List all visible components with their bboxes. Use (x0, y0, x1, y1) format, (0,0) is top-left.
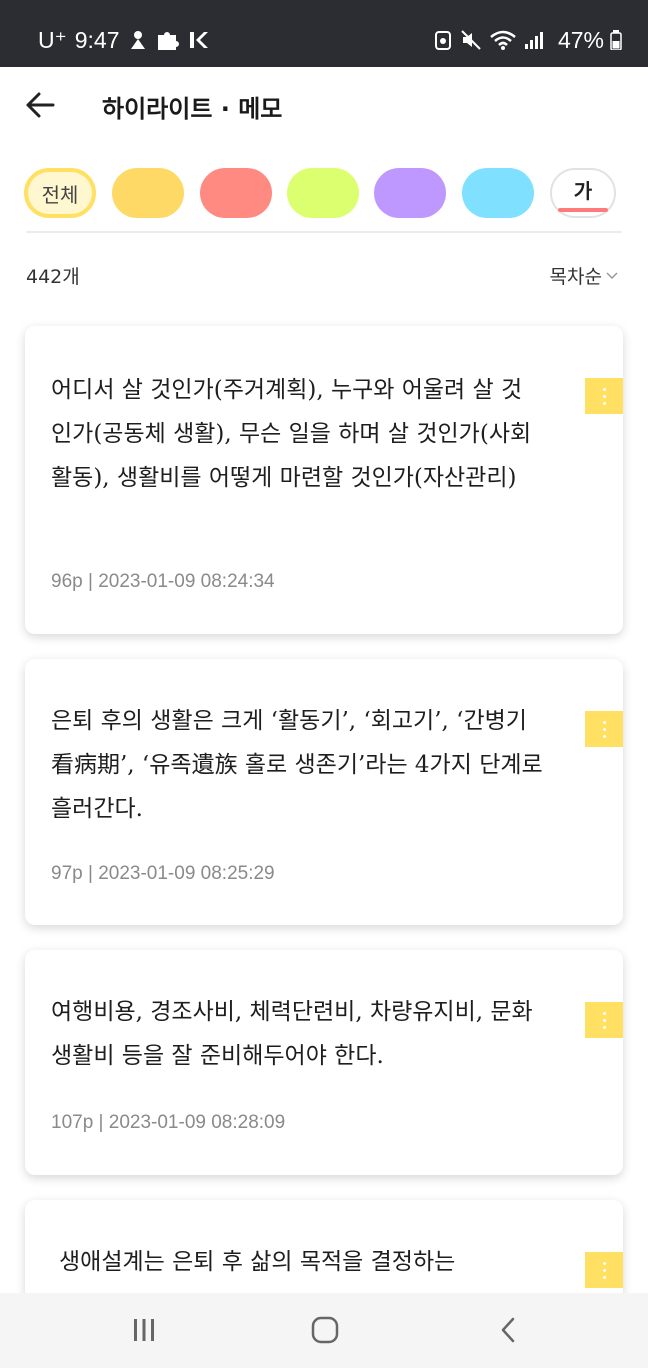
home-button[interactable] (305, 1313, 345, 1347)
sort-label: 목차순 (549, 266, 602, 288)
app-header: 하이라이트 · 메모 (0, 67, 648, 145)
chevron-left-icon (501, 1317, 515, 1343)
status-left: U⁺ 9:47 (38, 24, 210, 56)
system-nav-bar (0, 1293, 648, 1368)
wifi-icon (490, 30, 516, 50)
battery-indicator: 47% (558, 24, 622, 56)
color-filter-bar: 전체 가 (24, 168, 624, 220)
filter-all-label: 전체 (41, 182, 79, 207)
underline-mark (558, 207, 608, 212)
back-button[interactable] (20, 85, 60, 125)
filter-text-label: 가 (573, 178, 593, 203)
system-back-button[interactable] (488, 1313, 528, 1347)
sort-dropdown[interactable]: 목차순 (550, 262, 618, 289)
card-more-button[interactable] (585, 711, 623, 747)
card-more-button[interactable] (585, 1252, 623, 1288)
page-title: 하이라이트 · 메모 (102, 95, 283, 123)
recent-apps-icon (134, 1319, 154, 1341)
arrow-left-icon (26, 92, 55, 118)
more-vertical-icon (602, 720, 606, 724)
highlight-meta: 97p | 2023-01-09 08:25:29 (51, 863, 275, 884)
highlight-text: 생애설계는 은퇴 후 삶의 목적을 결정하는 (59, 1249, 456, 1275)
highlight-text: 여행비용, 경조사비, 체력단련비, 차량유지비, 문화생활비 등을 잘 준비해… (51, 999, 533, 1069)
person-icon (130, 31, 145, 49)
highlight-meta: 107p | 2023-01-09 08:28:09 (51, 1112, 286, 1133)
status-right (434, 24, 544, 56)
highlight-card[interactable]: 어디서 살 것인가(주거계획), 누구와 어울려 살 것인가(공동체 생활), … (25, 326, 623, 634)
highlight-card[interactable]: 여행비용, 경조사비, 체력단련비, 차량유지비, 문화생활비 등을 잘 준비해… (25, 950, 623, 1175)
battery-icon (610, 30, 622, 50)
filter-yellow-chip[interactable] (112, 168, 184, 218)
filter-text-underline-chip[interactable]: 가 (550, 168, 616, 218)
highlight-meta: 96p | 2023-01-09 08:24:34 (51, 571, 275, 592)
filter-all-chip[interactable]: 전체 (24, 168, 96, 218)
app-k-icon (189, 32, 208, 48)
home-icon (311, 1316, 339, 1344)
chevron-down-icon (606, 271, 618, 279)
filter-red-chip[interactable] (200, 168, 272, 218)
filter-blue-chip[interactable] (462, 168, 534, 218)
more-vertical-icon (602, 1261, 606, 1265)
status-bar: U⁺ 9:47 47% (0, 0, 648, 67)
puzzle-icon (157, 32, 179, 50)
card-more-button[interactable] (585, 378, 623, 414)
recent-apps-button[interactable] (124, 1313, 164, 1347)
status-time: 9:47 (74, 26, 120, 53)
signal-icon (525, 32, 543, 49)
filter-green-chip[interactable] (287, 168, 359, 218)
highlight-text: 어디서 살 것인가(주거계획), 누구와 어울려 살 것인가(공동체 생활), … (51, 377, 532, 491)
more-vertical-icon (602, 1011, 606, 1015)
highlight-count: 442개 (26, 266, 80, 288)
divider (26, 231, 622, 233)
card-more-button[interactable] (585, 1002, 623, 1038)
highlight-text: 은퇴 후의 생활은 크게 ‘활동기’, ‘회고기’, ‘간병기看病期’, ‘유족… (51, 708, 543, 822)
recycle-icon (435, 31, 451, 50)
carrier-label: U⁺ (38, 26, 67, 53)
battery-percent: 47% (557, 26, 604, 53)
mute-icon (461, 30, 481, 50)
more-vertical-icon (602, 387, 606, 391)
highlight-card[interactable]: 은퇴 후의 생활은 크게 ‘활동기’, ‘회고기’, ‘간병기看病期’, ‘유족… (25, 659, 623, 925)
filter-purple-chip[interactable] (374, 168, 446, 218)
